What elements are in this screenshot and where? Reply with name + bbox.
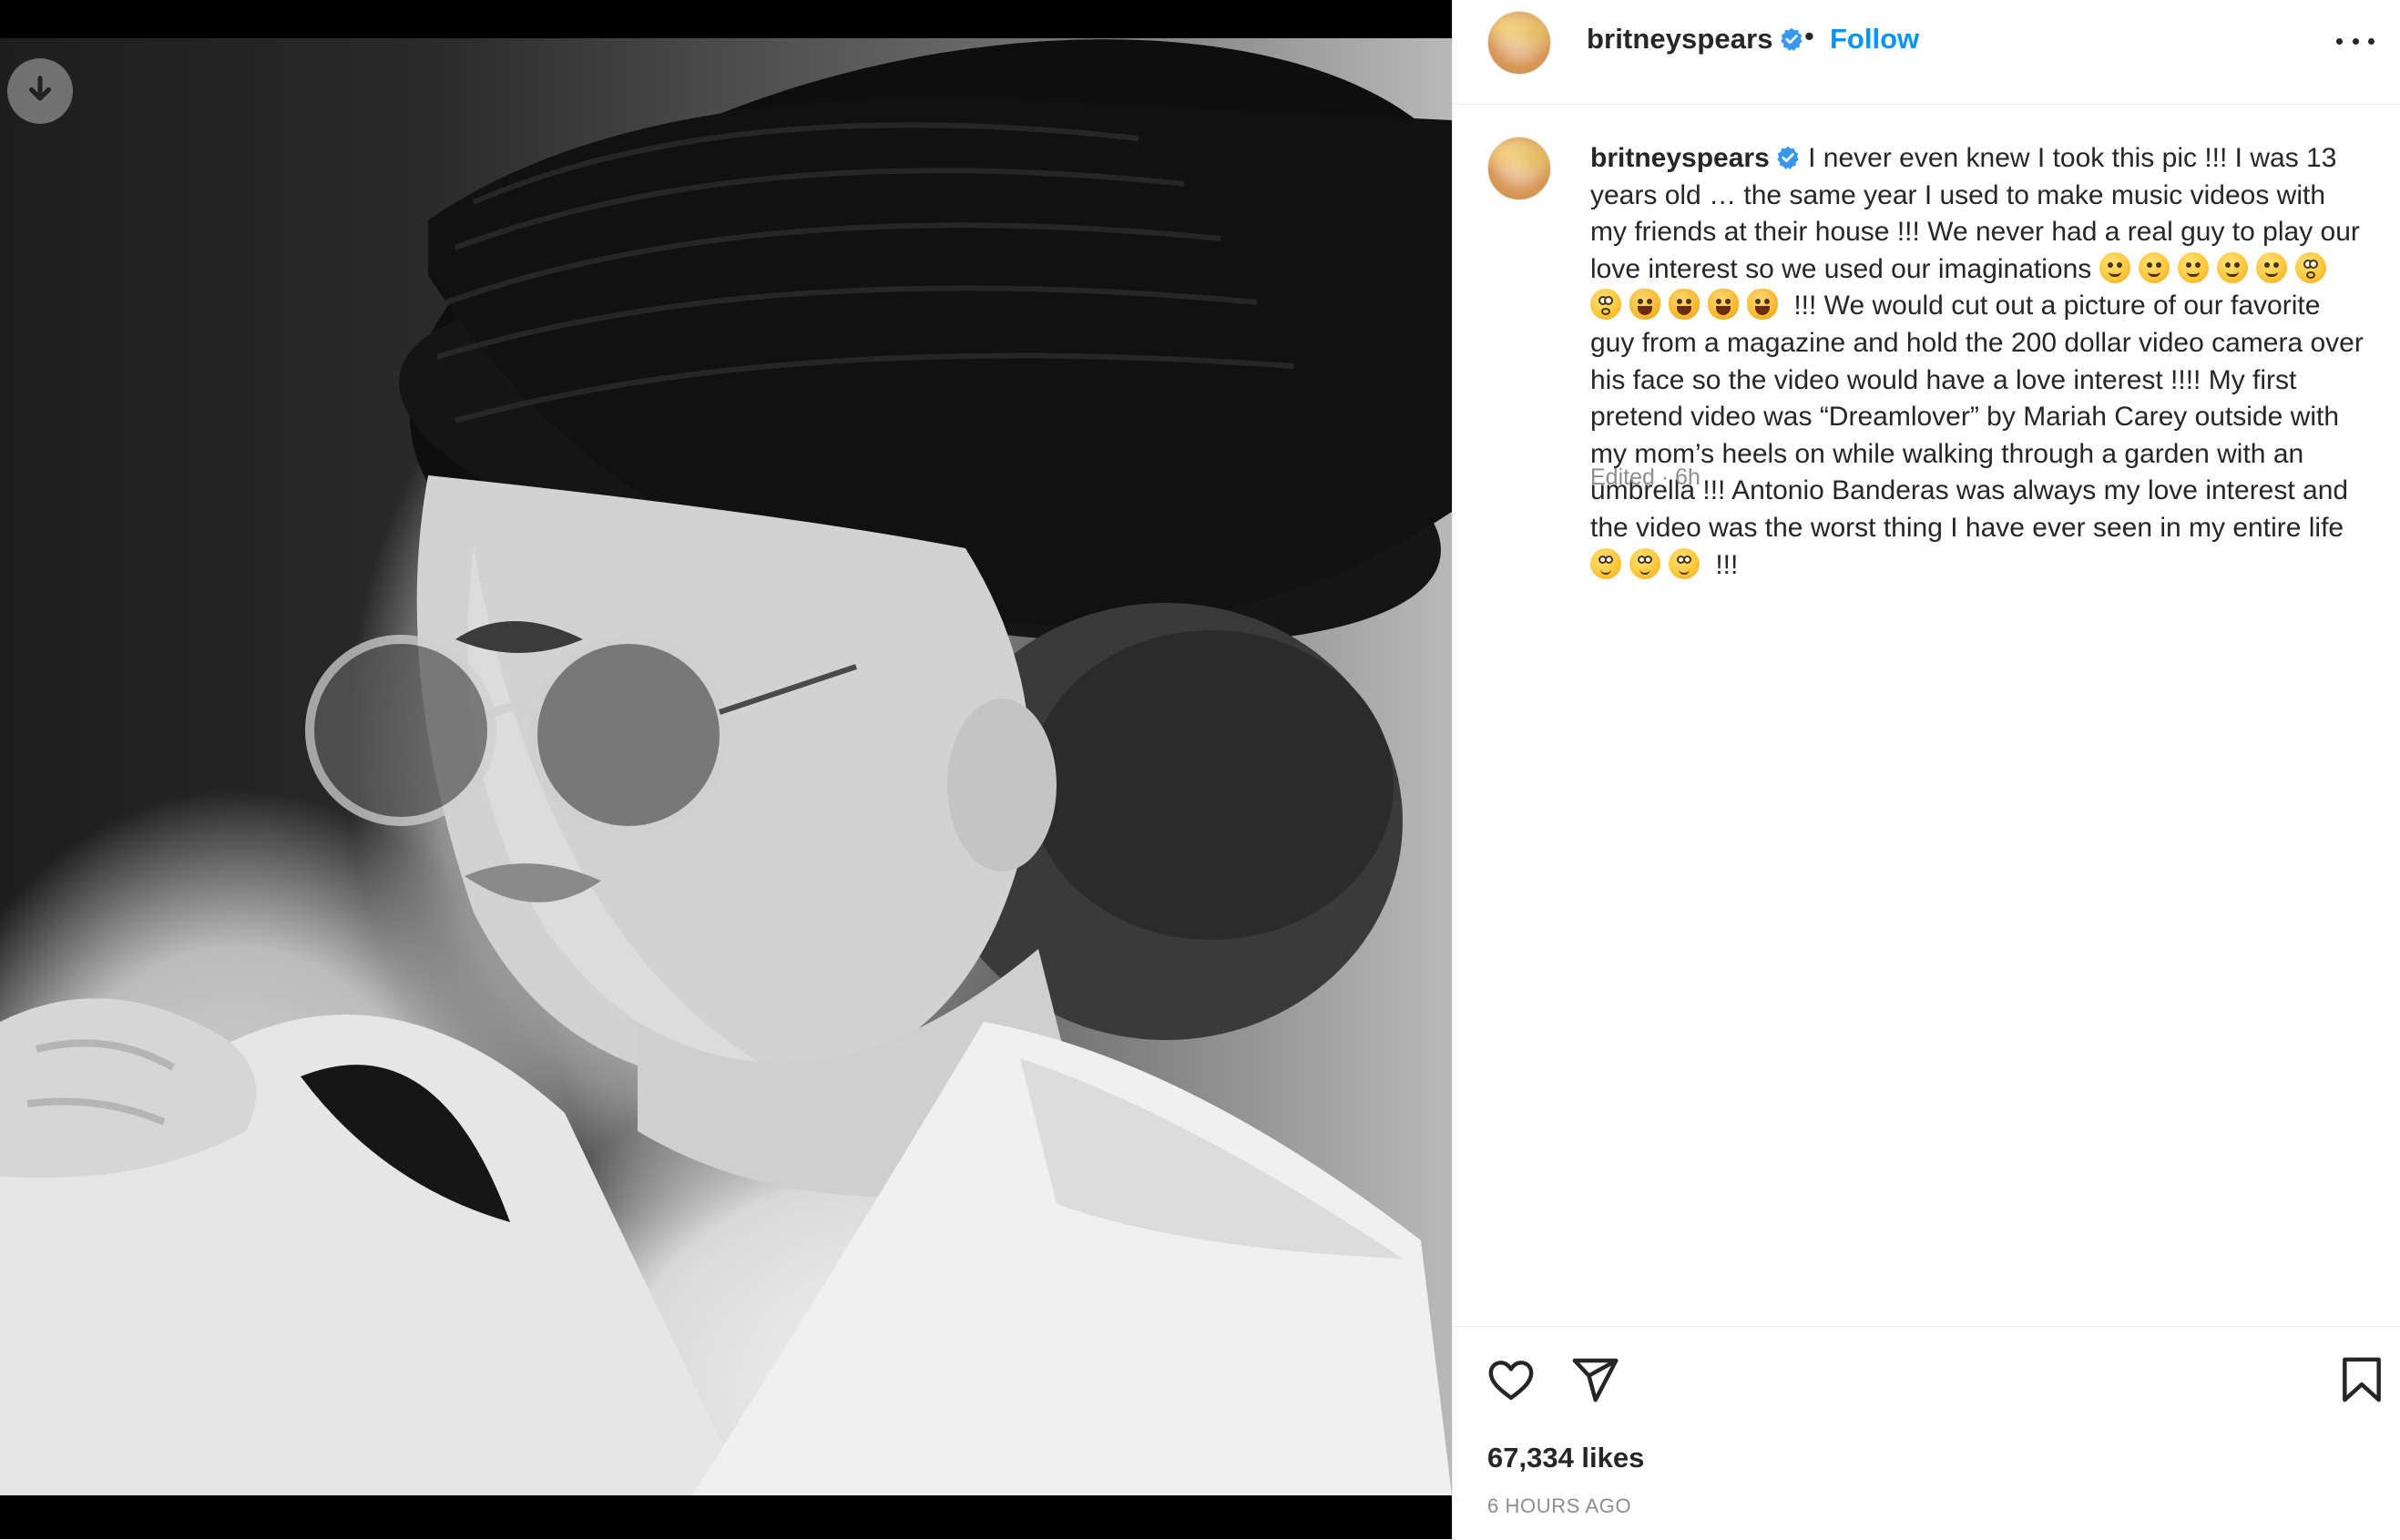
eye-roll-emoji-icon: [1669, 547, 1700, 579]
dizzy-emoji-icon: [2294, 251, 2326, 283]
separator-dot: •: [1804, 20, 1814, 52]
post-timestamp[interactable]: 6 HOURS AGO: [1487, 1494, 1631, 1518]
caption-username[interactable]: britneyspears: [1590, 143, 1770, 173]
heart-icon: [1488, 1361, 1534, 1401]
eye-roll-emoji-icon: [1590, 547, 1621, 579]
post-media[interactable]: [0, 0, 1452, 1539]
save-button[interactable]: [2336, 1354, 2387, 1405]
send-icon: [1572, 1358, 1619, 1402]
photo-illustration: [0, 39, 1452, 1495]
cat-joy-emoji-icon: [1747, 289, 1778, 321]
smirk-emoji-icon: [2138, 251, 2170, 283]
verified-badge-icon: [1780, 27, 1803, 51]
post-actions: 67,334 likes 6 HOURS AGO: [1453, 1326, 2400, 1540]
caption-text-part-2: !!! We would cut out a picture of our fa…: [1590, 291, 2364, 543]
smirk-emoji-icon: [2216, 251, 2248, 283]
like-button[interactable]: [1486, 1354, 1537, 1405]
post-details-panel: britneyspears • Follow britneyspears I n…: [1452, 0, 2400, 1539]
cat-joy-emoji-icon: [1669, 289, 1700, 321]
caption-text-part-3: !!!: [1715, 549, 1739, 580]
cat-joy-emoji-icon: [1708, 289, 1739, 321]
post-header: britneyspears • Follow: [1453, 0, 2400, 105]
avatar[interactable]: [1487, 137, 1551, 200]
edited-timestamp[interactable]: Edited · 6h: [1590, 464, 1700, 491]
verified-badge-icon: [1777, 146, 1799, 169]
username-link[interactable]: britneyspears: [1587, 23, 1773, 55]
more-options-icon[interactable]: [2336, 27, 2374, 55]
likes-count[interactable]: 67,334 likes: [1487, 1442, 1644, 1474]
download-icon: [28, 76, 52, 101]
eye-roll-emoji-icon: [1629, 547, 1660, 579]
cat-joy-emoji-icon: [1629, 289, 1660, 321]
avatar[interactable]: [1487, 11, 1551, 75]
smirk-emoji-icon: [2099, 251, 2130, 283]
smirk-emoji-icon: [2255, 251, 2287, 283]
dizzy-emoji-icon: [1590, 289, 1621, 321]
emoji-group-2: [1590, 547, 1708, 580]
bookmark-icon: [2343, 1357, 2381, 1402]
post-photo[interactable]: [0, 38, 1452, 1495]
follow-button[interactable]: Follow: [1830, 23, 1919, 56]
share-button[interactable]: [1569, 1354, 1620, 1405]
smirk-emoji-icon: [2177, 251, 2209, 283]
caption: britneyspears I never even knew I took t…: [1590, 140, 2364, 584]
download-button[interactable]: [7, 58, 73, 124]
